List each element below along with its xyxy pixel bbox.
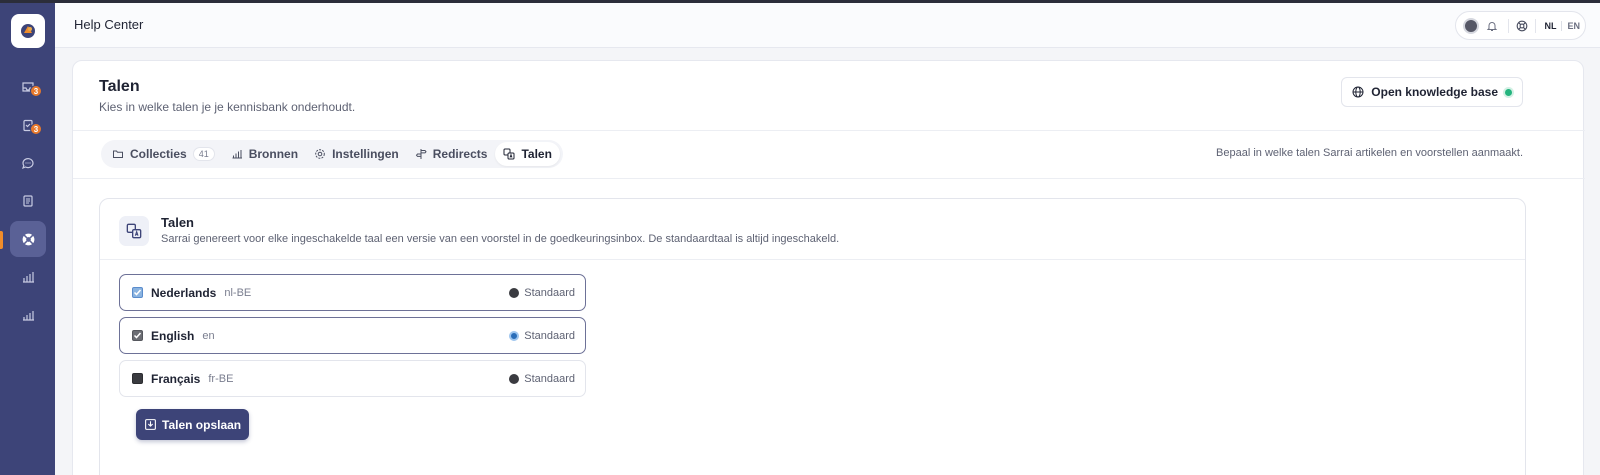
app-title: Help Center (74, 17, 144, 32)
bar-chart-icon (23, 272, 34, 283)
radio-indicator (509, 373, 520, 384)
sidebar-item-help-center[interactable] (10, 221, 46, 257)
signpost-icon (415, 149, 427, 159)
section-title: Talen (161, 215, 194, 230)
languages-section: Talen Sarrai genereert voor elke ingesch… (99, 198, 1526, 475)
tab-redirects[interactable]: Redirects (407, 142, 496, 166)
translate-icon (126, 223, 142, 239)
help-button[interactable] (1511, 16, 1532, 36)
tab-label: Collecties (130, 147, 187, 161)
sidebar-item-reports[interactable] (10, 259, 46, 295)
checkmark-icon (133, 289, 142, 296)
section-icon (119, 216, 149, 246)
bell-icon (1487, 21, 1498, 31)
document-icon (23, 195, 33, 207)
checkmark-icon (133, 332, 142, 339)
globe-icon (1352, 86, 1364, 98)
tab-count: 41 (192, 147, 215, 161)
lifebuoy-icon (22, 233, 34, 245)
status-dot (1505, 88, 1512, 96)
tab-label: Talen (521, 147, 552, 161)
tab-collecties[interactable]: Collecties 41 (104, 142, 223, 166)
tab-bar: Collecties 41 Bronnen Instellingen Redir… (101, 140, 563, 168)
language-code: en (202, 329, 215, 342)
notification-badge: 3 (30, 85, 42, 97)
avatar[interactable] (1463, 17, 1479, 34)
page-subtitle: Kies in welke talen je je kennisbank ond… (99, 100, 356, 114)
language-checkbox[interactable] (132, 287, 143, 298)
language-option-nl[interactable]: NL (1539, 21, 1561, 31)
divider (73, 130, 1585, 131)
top-bar: Help Center NL EN (55, 3, 1600, 48)
sidebar: 3 3 (0, 3, 55, 475)
separator (1534, 18, 1536, 33)
chat-icon (22, 158, 34, 170)
language-name: English (151, 328, 195, 343)
sidebar-item-analytics[interactable] (10, 297, 46, 333)
language-option-en[interactable]: EN (1562, 21, 1585, 31)
tab-label: Redirects (432, 147, 488, 161)
sidebar-item-chat[interactable] (10, 145, 46, 181)
app-logo[interactable] (11, 14, 45, 48)
language-row-english[interactable]: English en Standaard (119, 317, 586, 354)
language-row-francais[interactable]: Français fr-BE Standaard (119, 360, 586, 397)
language-checkbox[interactable] (132, 373, 143, 384)
sidebar-item-inbox[interactable]: 3 (10, 69, 46, 105)
language-name: Nederlands (151, 285, 217, 300)
logo-icon (21, 24, 35, 38)
open-knowledge-base-label: Open knowledge base (1371, 85, 1498, 99)
divider (100, 259, 1525, 260)
divider (73, 178, 1585, 179)
sidebar-item-documents[interactable] (10, 183, 46, 219)
gear-icon (315, 149, 325, 159)
bar-chart-icon (232, 150, 242, 159)
tab-label: Bronnen (248, 147, 299, 161)
section-description: Sarrai genereert voor elke ingeschakelde… (161, 233, 840, 245)
default-label: Standaard (524, 372, 575, 385)
sidebar-item-tasks[interactable]: 3 (10, 107, 46, 143)
default-label: Standaard (524, 329, 575, 342)
top-actions: NL EN (1455, 11, 1586, 40)
tab-label: Instellingen (332, 147, 399, 161)
folder-icon (113, 150, 123, 158)
notifications-button[interactable] (1479, 16, 1506, 36)
bar-chart-icon (23, 311, 34, 321)
default-radio[interactable]: Standaard (509, 287, 575, 299)
notification-badge: 3 (30, 123, 42, 135)
language-name: Français (151, 371, 201, 386)
tab-instellingen[interactable]: Instellingen (306, 142, 407, 166)
save-languages-label: Talen opslaan (162, 417, 242, 432)
save-languages-button[interactable]: Talen opslaan (136, 409, 250, 440)
tabs-hint: Bepaal in welke talen Sarrai artikelen e… (1216, 147, 1523, 159)
language-code: nl-BE (224, 286, 252, 299)
language-row-nederlands[interactable]: Nederlands nl-BE Standaard (119, 274, 586, 311)
separator (1508, 18, 1510, 33)
open-knowledge-base-button[interactable]: Open knowledge base (1341, 77, 1523, 107)
language-switcher: NL EN (1539, 20, 1585, 31)
default-label: Standaard (524, 286, 575, 299)
default-radio[interactable]: Standaard (509, 330, 575, 342)
language-code: fr-BE (208, 372, 234, 385)
page-title: Talen (99, 78, 140, 95)
active-indicator (0, 231, 3, 249)
tab-bronnen[interactable]: Bronnen (223, 142, 306, 166)
radio-indicator (509, 330, 520, 341)
save-icon (145, 419, 156, 430)
translate-icon (503, 148, 515, 160)
default-radio[interactable]: Standaard (509, 373, 575, 385)
language-checkbox[interactable] (132, 330, 143, 341)
main-card: Talen Kies in welke talen je je kennisba… (72, 60, 1585, 475)
radio-indicator (509, 287, 520, 298)
tab-talen[interactable]: Talen (495, 142, 560, 166)
lifebuoy-icon (1516, 20, 1528, 31)
